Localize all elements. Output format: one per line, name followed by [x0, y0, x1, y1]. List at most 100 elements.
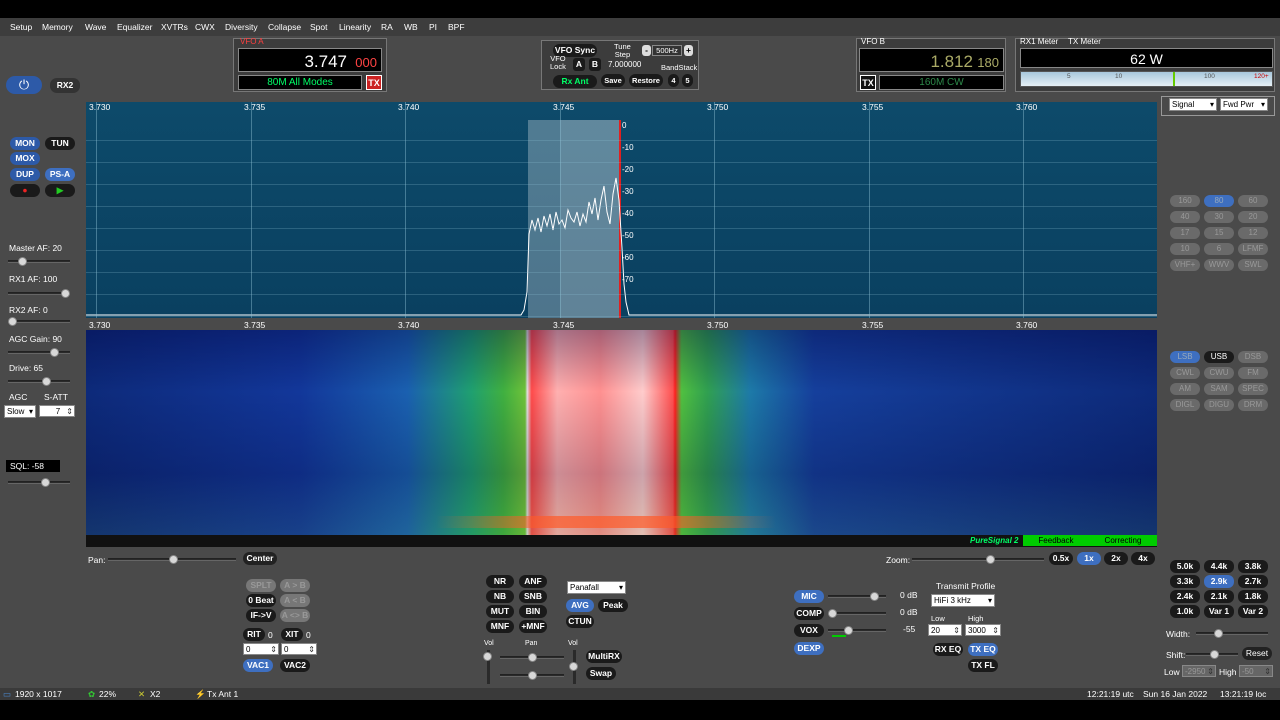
b-to-a-button[interactable]: A < B: [280, 594, 310, 607]
if-to-v-button[interactable]: IF->V: [246, 609, 276, 622]
a-swap-b-button[interactable]: A <> B: [280, 609, 310, 622]
slider-knob[interactable]: [169, 555, 178, 564]
rx-eq-button[interactable]: RX EQ: [933, 643, 963, 656]
ps-button[interactable]: PS-A: [45, 168, 75, 181]
tun-button[interactable]: TUN: [45, 137, 75, 150]
mon-button[interactable]: MON: [10, 137, 40, 150]
tx-high-spinner[interactable]: 3000: [965, 624, 1001, 636]
slider-knob[interactable]: [569, 662, 578, 671]
snb-button[interactable]: SNB: [519, 590, 547, 603]
menu-pi[interactable]: PI: [429, 22, 437, 32]
mox-button[interactable]: MOX: [10, 152, 40, 165]
menu-cwx[interactable]: CWX: [195, 22, 215, 32]
vfoa-tx-button[interactable]: TX: [366, 75, 382, 90]
rx2-af-slider[interactable]: [8, 317, 70, 326]
vfob-tx-button[interactable]: TX: [860, 75, 876, 90]
rx-ant-button[interactable]: Rx Ant: [553, 75, 597, 88]
filter-low-spinner[interactable]: -2950: [1182, 665, 1216, 677]
mode-button-fm[interactable]: FM: [1238, 367, 1268, 379]
mode-button-cwu[interactable]: CWU: [1204, 367, 1234, 379]
band-button-15[interactable]: 15: [1204, 227, 1234, 239]
tx-low-spinner[interactable]: 20: [928, 624, 962, 636]
tx-fl-button[interactable]: TX FL: [968, 659, 998, 672]
step-plus-button[interactable]: +: [684, 45, 693, 56]
mode-button-sam[interactable]: SAM: [1204, 383, 1234, 395]
swap-button[interactable]: Swap: [586, 667, 616, 680]
vfob-freq-display[interactable]: 1.812 180: [859, 48, 1004, 72]
slider-knob[interactable]: [828, 609, 837, 618]
zoom-slider[interactable]: [912, 555, 1044, 564]
tx-eq-button[interactable]: TX EQ: [968, 643, 998, 656]
bin-button[interactable]: BIN: [519, 605, 547, 618]
filter-button-3-8k[interactable]: 3.8k: [1238, 560, 1268, 573]
slider-knob[interactable]: [61, 289, 70, 298]
menu-ra[interactable]: RA: [381, 22, 393, 32]
slider-knob[interactable]: [42, 377, 52, 386]
mic-slider[interactable]: [828, 592, 886, 601]
menu-wave[interactable]: Wave: [85, 22, 106, 32]
nb-button[interactable]: NB: [486, 590, 514, 603]
xit-spinner[interactable]: 0: [281, 643, 317, 655]
mode-button-lsb[interactable]: LSB: [1170, 351, 1200, 363]
vol2-slider[interactable]: [569, 650, 578, 684]
band-button-10[interactable]: 10: [1170, 243, 1200, 255]
slider-knob[interactable]: [986, 555, 995, 564]
mnf-button[interactable]: MNF: [486, 620, 514, 633]
filter-button-1-8k[interactable]: 1.8k: [1238, 590, 1268, 603]
agc-mode-select[interactable]: Slow: [4, 405, 36, 418]
rit-button[interactable]: RIT: [243, 628, 265, 641]
mode-button-dsb[interactable]: DSB: [1238, 351, 1268, 363]
menu-linearity[interactable]: Linearity: [339, 22, 371, 32]
zoom-4x-button[interactable]: 4x: [1131, 552, 1155, 565]
mode-button-digl[interactable]: DIGL: [1170, 399, 1200, 411]
band-button-lfmf[interactable]: LFMF: [1238, 243, 1268, 255]
master-af-slider[interactable]: [8, 257, 70, 266]
vol-slider[interactable]: [483, 650, 492, 684]
mode-button-usb[interactable]: USB: [1204, 351, 1234, 363]
pan-mix-slider-2[interactable]: [500, 671, 564, 680]
slider-knob[interactable]: [528, 671, 537, 680]
slider-knob[interactable]: [8, 317, 17, 326]
zoom-05x-button[interactable]: 0.5x: [1049, 552, 1073, 565]
slider-knob[interactable]: [40, 478, 50, 487]
drive-slider[interactable]: [8, 377, 70, 386]
vfoa-freq-display[interactable]: 3.747 000: [238, 48, 382, 72]
band-button-20[interactable]: 20: [1238, 211, 1268, 223]
band-button-6[interactable]: 6: [1204, 243, 1234, 255]
band-button-12[interactable]: 12: [1238, 227, 1268, 239]
lock-b-button[interactable]: B: [589, 58, 601, 71]
comp-button[interactable]: COMP: [794, 607, 824, 620]
pan-slider[interactable]: [108, 555, 236, 564]
menu-diversity[interactable]: Diversity: [225, 22, 258, 32]
filter-button-var-2[interactable]: Var 2: [1238, 605, 1268, 618]
display-mode-select[interactable]: Panafall: [567, 581, 626, 594]
filter-button-2-4k[interactable]: 2.4k: [1170, 590, 1200, 603]
band-button-wwv[interactable]: WWV: [1204, 259, 1234, 271]
rx1-af-slider[interactable]: [8, 289, 70, 298]
split-button[interactable]: SPLT: [246, 579, 276, 592]
slider-knob[interactable]: [528, 653, 537, 662]
slider-knob[interactable]: [1210, 650, 1219, 659]
band-button-17[interactable]: 17: [1170, 227, 1200, 239]
vox-button[interactable]: VOX: [794, 624, 824, 637]
slider-knob[interactable]: [870, 592, 879, 601]
mode-button-digu[interactable]: DIGU: [1204, 399, 1234, 411]
filter-button-1-0k[interactable]: 1.0k: [1170, 605, 1200, 618]
agc-gain-slider[interactable]: [8, 348, 70, 357]
mode-button-spec[interactable]: SPEC: [1238, 383, 1268, 395]
mode-button-am[interactable]: AM: [1170, 383, 1200, 395]
slider-knob[interactable]: [17, 257, 27, 266]
center-button[interactable]: Center: [243, 552, 277, 565]
shift-slider[interactable]: [1186, 650, 1238, 659]
multirx-button[interactable]: MultiRX: [586, 650, 622, 663]
filter-button-2-1k[interactable]: 2.1k: [1204, 590, 1234, 603]
pan-mix-slider-1[interactable]: [500, 653, 564, 662]
step-minus-button[interactable]: -: [642, 45, 651, 56]
a-to-b-button[interactable]: A > B: [280, 579, 310, 592]
record-button[interactable]: ●: [10, 184, 40, 197]
menu-bpf[interactable]: BPF: [448, 22, 465, 32]
waterfall[interactable]: [86, 330, 1157, 535]
filter-high-spinner[interactable]: -50: [1239, 665, 1273, 677]
bandstack-4-button[interactable]: 4: [668, 74, 679, 87]
plus-mnf-button[interactable]: +MNF: [519, 620, 547, 633]
